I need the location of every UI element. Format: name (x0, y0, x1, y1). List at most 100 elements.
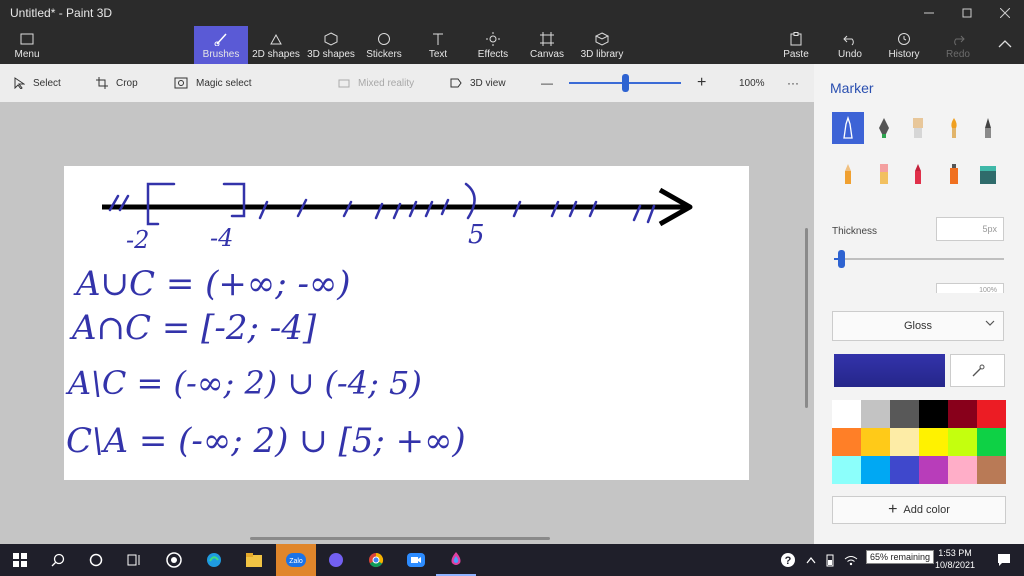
help-tray[interactable]: ? (774, 544, 802, 576)
thickness-slider-thumb[interactable] (838, 250, 845, 268)
cortana-icon (89, 553, 103, 567)
start-button[interactable] (0, 544, 40, 576)
brush-eraser[interactable] (868, 158, 900, 190)
minimize-button[interactable] (910, 0, 948, 26)
brush-fill[interactable] (972, 158, 1004, 190)
library-icon (593, 31, 611, 47)
brush-oil[interactable] (902, 112, 934, 144)
undo-icon (841, 31, 859, 47)
drawing-canvas[interactable]: -2 -4 5 A∪C = (+∞; -∞) A∩C = [-2; -4] A\… (64, 166, 749, 480)
brush-calligraphy[interactable] (868, 112, 900, 144)
tool-3d-shapes[interactable]: 3D shapes (304, 26, 358, 64)
taskbar-edge[interactable] (194, 544, 234, 576)
fill-bucket-icon (980, 166, 996, 184)
color-swatch[interactable] (861, 428, 890, 456)
chevron-up-icon (806, 557, 816, 564)
task-view-button[interactable] (114, 544, 154, 576)
color-swatch[interactable] (948, 456, 977, 484)
undo-button[interactable]: Undo (832, 26, 868, 64)
thickness-input[interactable]: 5px (936, 217, 1004, 241)
network-tray[interactable] (840, 544, 862, 576)
equation-c-minus-a: C\A = (-∞; 2) ∪ [5; +∞) (66, 421, 466, 461)
magic-select-button[interactable]: Magic select (174, 64, 252, 102)
tool-canvas[interactable]: Canvas (526, 26, 568, 64)
color-swatch[interactable] (977, 400, 1006, 428)
brush-pixel-pen[interactable] (972, 112, 1004, 144)
eyedropper-button[interactable] (950, 354, 1005, 387)
zoom-in-button[interactable]: + (697, 64, 706, 102)
color-swatch[interactable] (861, 400, 890, 428)
3d-view-button[interactable]: 3D view (450, 64, 506, 102)
notifications-button[interactable] (984, 544, 1024, 576)
color-swatch[interactable] (977, 456, 1006, 484)
battery-tray[interactable] (820, 544, 840, 576)
redo-button[interactable]: Redo (940, 26, 976, 64)
color-swatch[interactable] (919, 400, 948, 428)
taskbar-viber[interactable] (316, 544, 356, 576)
cortana-button[interactable] (76, 544, 116, 576)
finish-dropdown[interactable]: Gloss (832, 311, 1004, 341)
close-button[interactable] (986, 0, 1024, 26)
clock-time: 1:53 PM (938, 548, 972, 558)
zoom-level[interactable]: 100% (739, 64, 765, 102)
color-swatch[interactable] (919, 428, 948, 456)
mixed-reality-label: Mixed reality (358, 77, 415, 89)
more-options-button[interactable]: ··· (787, 64, 799, 102)
select-button[interactable]: Select (14, 64, 61, 102)
history-button[interactable]: History (884, 26, 924, 64)
brush-crayon[interactable] (902, 158, 934, 190)
color-swatch[interactable] (977, 428, 1006, 456)
color-swatch[interactable] (890, 428, 919, 456)
toolbar: Select Crop Magic select Mixed reality 3… (0, 64, 814, 102)
taskbar-zalo[interactable]: Zalo (276, 544, 316, 576)
color-swatch[interactable] (861, 456, 890, 484)
taskbar-clock[interactable]: 1:53 PM 10/8/2021 (930, 547, 980, 571)
taskbar-file-explorer[interactable] (234, 544, 274, 576)
tool-stickers[interactable]: Stickers (362, 26, 406, 64)
search-button[interactable] (38, 544, 78, 576)
thickness-slider-track[interactable] (834, 258, 1004, 260)
add-color-button[interactable]: + Add color (832, 496, 1006, 524)
color-swatch[interactable] (832, 400, 861, 428)
oil-brush-icon (913, 118, 923, 138)
tool-text[interactable]: Text (420, 26, 456, 64)
eraser-icon (880, 164, 888, 184)
tool-label: Brushes (202, 48, 240, 60)
menu-button[interactable]: Menu (4, 26, 50, 64)
vertical-scrollbar[interactable] (805, 228, 808, 408)
tool-2d-shapes[interactable]: 2D shapes (250, 26, 302, 64)
taskbar-zoom[interactable] (396, 544, 436, 576)
color-swatch[interactable] (948, 428, 977, 456)
paste-label: Paste (783, 48, 809, 60)
taskbar-app-1[interactable] (154, 544, 194, 576)
color-swatch[interactable] (948, 400, 977, 428)
brush-spray-can[interactable] (938, 158, 970, 190)
zoom-slider-thumb[interactable] (622, 74, 629, 92)
color-swatch[interactable] (919, 456, 948, 484)
opacity-input[interactable]: 100% (936, 283, 1004, 293)
collapse-ribbon-button[interactable] (990, 26, 1020, 64)
taskbar-paint-3d[interactable] (436, 544, 476, 576)
tool-effects[interactable]: Effects (472, 26, 514, 64)
brush-marker[interactable] (832, 112, 864, 144)
brush-watercolor[interactable] (938, 112, 970, 144)
crop-label: Crop (116, 77, 138, 89)
taskbar-chrome[interactable] (356, 544, 396, 576)
horizontal-scrollbar[interactable] (250, 537, 550, 540)
color-swatch[interactable] (832, 428, 861, 456)
brush-pencil[interactable] (832, 158, 864, 190)
maximize-button[interactable] (948, 0, 986, 26)
current-color-swatch[interactable] (834, 354, 945, 387)
tool-brushes[interactable]: Brushes (194, 26, 248, 64)
tray-overflow-button[interactable] (800, 544, 822, 576)
mixed-reality-button[interactable]: Mixed reality (338, 64, 414, 102)
minimize-icon (924, 12, 934, 14)
crop-button[interactable]: Crop (96, 64, 138, 102)
svg-text:Zalo: Zalo (289, 558, 303, 565)
paste-button[interactable]: Paste (778, 26, 814, 64)
zoom-out-button[interactable]: — (541, 64, 553, 102)
color-swatch[interactable] (890, 456, 919, 484)
color-swatch[interactable] (832, 456, 861, 484)
tool-3d-library[interactable]: 3D library (578, 26, 626, 64)
color-swatch[interactable] (890, 400, 919, 428)
